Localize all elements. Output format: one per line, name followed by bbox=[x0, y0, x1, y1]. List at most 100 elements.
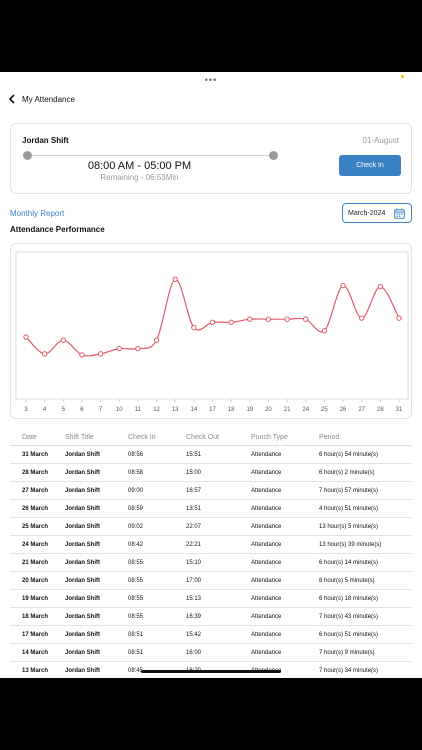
status-dot bbox=[401, 75, 404, 78]
data-point bbox=[191, 324, 197, 331]
month-picker[interactable]: March-2024 bbox=[342, 203, 412, 223]
cell-period: 6 hour(s) 54 minute(s) bbox=[319, 451, 379, 458]
shift-date: 01-August bbox=[362, 136, 399, 145]
column-header-check-in: Check In bbox=[128, 434, 156, 441]
cell-date: 20 March bbox=[22, 577, 49, 584]
cell-check-out: 22:21 bbox=[186, 541, 202, 548]
cell-punch-type: Attendance bbox=[251, 451, 282, 458]
cell-punch-type: Attendance bbox=[251, 595, 282, 602]
cell-date: 24 March bbox=[22, 541, 49, 548]
nav-bar: My Attendance bbox=[8, 92, 75, 106]
cell-check-in: 08:51 bbox=[128, 649, 144, 656]
table-row[interactable]: 24 March Jordan Shift 08:42 22:21 Attendance… bbox=[10, 536, 412, 554]
table-row[interactable]: 20 March Jordan Shift 08:55 17:00 Attendance… bbox=[10, 572, 412, 590]
table-row[interactable]: 19 March Jordan Shift 08:55 15:13 Attendance… bbox=[10, 590, 412, 608]
cell-punch-type: Attendance bbox=[251, 649, 282, 656]
cell-shift-title: Jordan Shift bbox=[65, 523, 101, 530]
cell-check-in: 08:59 bbox=[128, 505, 144, 512]
data-point bbox=[377, 283, 384, 290]
data-point bbox=[396, 315, 402, 321]
cell-check-in: 08:42 bbox=[128, 541, 144, 548]
cell-check-out: 15:42 bbox=[186, 631, 202, 638]
data-point bbox=[23, 334, 29, 340]
cell-period: 13 hour(s) 39 minute(s) bbox=[319, 541, 382, 548]
table-row[interactable]: 27 March Jordan Shift 09:00 16:57 Attendance… bbox=[10, 482, 412, 500]
x-tick-label: 20 bbox=[265, 407, 272, 413]
cell-punch-type: Attendance bbox=[251, 541, 282, 548]
cell-date: 25 March bbox=[22, 523, 49, 530]
remaining-time: Remaining - 06:53Min bbox=[100, 173, 179, 182]
cell-check-in: 08:56 bbox=[128, 451, 144, 458]
cell-period: 7 hour(s) 43 minute(s) bbox=[319, 613, 379, 620]
cell-punch-type: Attendance bbox=[251, 469, 282, 476]
data-point bbox=[209, 319, 216, 326]
cell-period: 6 hour(s) 51 minute(s) bbox=[319, 631, 379, 638]
data-point bbox=[172, 276, 178, 282]
x-tick-label: 17 bbox=[209, 407, 216, 413]
x-tick-label: 28 bbox=[377, 407, 384, 413]
cell-check-in: 08:58 bbox=[128, 469, 144, 476]
shift-end-knob bbox=[269, 151, 278, 160]
shift-progress-track bbox=[27, 155, 274, 156]
cell-check-in: 08:55 bbox=[128, 613, 144, 620]
cell-punch-type: Attendance bbox=[251, 523, 282, 530]
cell-date: 17 March bbox=[22, 631, 49, 638]
cell-check-out: 22:07 bbox=[186, 523, 202, 530]
cell-shift-title: Jordan Shift bbox=[65, 577, 101, 584]
x-tick-label: 25 bbox=[321, 407, 328, 413]
cell-shift-title: Jordan Shift bbox=[65, 487, 101, 494]
data-point bbox=[41, 351, 48, 357]
shift-time: 08:00 AM - 05:00 PM bbox=[87, 160, 192, 172]
x-tick-label: 3 bbox=[24, 407, 28, 413]
performance-title: Attendance Performance bbox=[10, 225, 105, 234]
cell-date: 13 March bbox=[22, 667, 49, 674]
x-tick-label: 4 bbox=[43, 407, 47, 413]
plot-area-frame bbox=[15, 251, 409, 400]
table-row[interactable]: 28 March Jordan Shift 08:58 15:00 Attendance… bbox=[10, 464, 412, 482]
cell-shift-title: Jordan Shift bbox=[65, 613, 101, 620]
monthly-report-link[interactable]: Monthly Report bbox=[10, 209, 64, 218]
home-indicator[interactable] bbox=[141, 670, 281, 673]
cell-punch-type: Attendance bbox=[251, 577, 282, 584]
cell-punch-type: Attendance bbox=[251, 487, 282, 494]
x-tick-label: 26 bbox=[340, 407, 347, 413]
table-row[interactable]: 17 March Jordan Shift 08:51 15:42 Attendance… bbox=[10, 626, 412, 644]
data-point bbox=[116, 345, 122, 352]
cell-shift-title: Jordan Shift bbox=[65, 451, 101, 458]
cell-check-out: 16:39 bbox=[186, 613, 202, 620]
attendance-chart-svg: 3 4 5 6 7 10 11 12 13 14 17 18 19 20 21 24 25 26 27 28 31 bbox=[15, 251, 409, 413]
back-chevron-icon[interactable] bbox=[8, 92, 20, 106]
table-row[interactable]: 26 March Jordan Shift 08:59 13:51 Attendance… bbox=[10, 500, 412, 518]
table-row[interactable]: 18 March Jordan Shift 08:55 16:39 Attendance… bbox=[10, 608, 412, 626]
table-row[interactable]: 31 March Jordan Shift 08:56 15:51 Attendance… bbox=[10, 446, 412, 464]
table-row[interactable]: 25 March Jordan Shift 09:02 22:07 Attendance… bbox=[10, 518, 412, 536]
cell-punch-type: Attendance bbox=[251, 559, 282, 566]
check-in-button[interactable]: Check In bbox=[339, 155, 401, 176]
cell-check-out: 17:00 bbox=[186, 577, 202, 584]
cell-shift-title: Jordan Shift bbox=[65, 469, 101, 476]
series-line bbox=[25, 278, 400, 357]
table-row[interactable]: 14 March Jordan Shift 08:51 16:00 Attendance… bbox=[10, 644, 412, 662]
data-point bbox=[135, 345, 141, 352]
cell-period: 7 hour(s) 57 minute(s) bbox=[319, 487, 379, 494]
table-row[interactable]: 21 March Jordan Shift 08:55 15:10 Attendance… bbox=[10, 554, 412, 572]
x-tick-label: 11 bbox=[135, 407, 142, 413]
cell-check-out: 16:57 bbox=[186, 487, 202, 494]
cell-check-out: 13:51 bbox=[186, 505, 202, 512]
month-picker-value: March-2024 bbox=[348, 209, 386, 217]
data-point bbox=[303, 316, 309, 322]
multitasking-dots[interactable]: ••• bbox=[0, 75, 422, 85]
cell-period: 4 hour(s) 51 minute(s) bbox=[319, 505, 379, 512]
cell-check-out: 15:00 bbox=[186, 469, 202, 476]
x-tick-label: 24 bbox=[302, 407, 309, 413]
cell-check-out: 15:13 bbox=[186, 595, 202, 602]
page-title: My Attendance bbox=[22, 94, 75, 104]
column-header-shift-title: Shift Title bbox=[65, 434, 94, 441]
column-header-punch-type: Punch Type bbox=[251, 434, 288, 441]
cell-period: 6 hour(s) 14 minute(s) bbox=[319, 559, 379, 566]
cell-date: 14 March bbox=[22, 649, 49, 656]
x-tick-label: 14 bbox=[191, 407, 198, 413]
data-point bbox=[79, 352, 85, 358]
x-tick-label: 6 bbox=[80, 407, 84, 413]
cell-check-out: 15:10 bbox=[186, 559, 202, 566]
